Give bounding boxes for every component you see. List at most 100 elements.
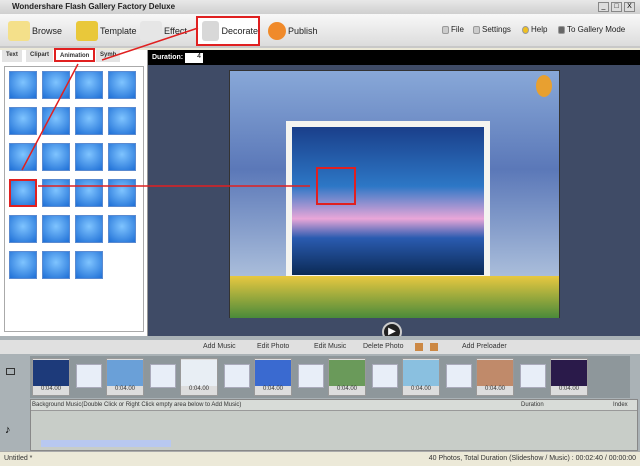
file-label: File — [451, 25, 464, 34]
photo-duration: 0:04.00 — [558, 386, 580, 392]
window-title: Wondershare Flash Gallery Factory Deluxe — [12, 2, 176, 11]
template-label: Template — [100, 26, 137, 36]
photo-image — [403, 360, 439, 386]
effect-button[interactable]: Effect — [140, 18, 187, 44]
photo-image — [329, 360, 365, 386]
publish-button[interactable]: Publish — [268, 18, 318, 44]
tab-animation[interactable]: Animation — [54, 48, 96, 62]
horizontal-scrollbar[interactable] — [41, 440, 171, 447]
tab-symbol[interactable]: Symb — [96, 50, 121, 62]
photo-duration: 0:04.00 — [40, 386, 62, 392]
photo-thumbnail[interactable]: 0:04.00 — [550, 358, 588, 396]
photo-thumbnail[interactable]: 0:04.00 — [476, 358, 514, 396]
transition-thumbnail[interactable] — [76, 364, 102, 388]
edit-photo-button[interactable]: Edit Photo — [257, 343, 289, 350]
delete-photo-button[interactable]: Delete Photo — [363, 343, 403, 350]
photo-duration: 0:04.00 — [262, 386, 284, 392]
photo-thumbnail[interactable]: 0:04.00 — [32, 358, 70, 396]
template-button[interactable]: Template — [76, 18, 137, 44]
animation-item[interactable] — [108, 215, 136, 243]
photo-thumbnail[interactable]: 0:04.00 — [180, 358, 218, 396]
animation-item[interactable] — [42, 215, 70, 243]
photo-duration: 0:04.00 — [114, 386, 136, 392]
status-file: Untitled * — [4, 455, 33, 462]
animation-item[interactable] — [42, 251, 70, 279]
timeline-toolbar: Add Music Edit Photo Edit Music Delete P… — [0, 340, 640, 354]
decorate-button[interactable]: Decorate — [196, 16, 260, 46]
publish-label: Publish — [288, 26, 318, 36]
animation-item[interactable] — [42, 143, 70, 171]
decorate-panel: Text Clipart Animation Symb — [0, 48, 148, 336]
animation-item[interactable] — [9, 215, 37, 243]
settings-menu[interactable]: Settings — [473, 25, 511, 34]
main-toolbar: Browse Template Effect Decorate Publish … — [0, 14, 640, 48]
animation-item[interactable] — [108, 179, 136, 207]
photo-thumbnail[interactable]: 0:04.00 — [328, 358, 366, 396]
animation-grid — [4, 66, 144, 332]
duration-bar: Duration: 4 — [148, 50, 640, 65]
help-label: Help — [531, 25, 548, 34]
help-menu[interactable]: Help — [522, 25, 547, 34]
file-icon — [442, 25, 449, 34]
animation-item[interactable] — [9, 179, 37, 207]
animation-item[interactable] — [42, 71, 70, 99]
maximize-button[interactable]: □ — [611, 2, 622, 12]
animation-item[interactable] — [75, 71, 103, 99]
settings-icon — [473, 25, 480, 34]
placed-animation[interactable] — [316, 167, 356, 205]
transition-thumbnail[interactable] — [298, 364, 324, 388]
folder-icon — [8, 21, 30, 41]
preview-photo — [286, 121, 490, 281]
photo-thumbnail[interactable]: 0:04.00 — [106, 358, 144, 396]
transition-thumbnail[interactable] — [520, 364, 546, 388]
animation-item[interactable] — [75, 107, 103, 135]
transition-thumbnail[interactable] — [372, 364, 398, 388]
rotate-left-icon[interactable] — [415, 343, 423, 351]
transition-thumbnail[interactable] — [150, 364, 176, 388]
file-menu[interactable]: File — [442, 25, 464, 34]
music-header: Background Music(Double Click or Right C… — [31, 400, 637, 411]
minimize-button[interactable]: _ — [598, 2, 609, 12]
status-bar: Untitled * 40 Photos, Total Duration (Sl… — [0, 451, 640, 466]
photo-image — [477, 360, 513, 386]
animation-item[interactable] — [108, 107, 136, 135]
gallery-preview — [229, 70, 560, 318]
animation-item[interactable] — [9, 107, 37, 135]
close-button[interactable]: X — [624, 2, 635, 12]
animation-item[interactable] — [42, 179, 70, 207]
animation-item[interactable] — [75, 143, 103, 171]
tab-text[interactable]: Text — [2, 50, 22, 62]
photo-image — [107, 360, 143, 386]
rotate-right-icon[interactable] — [430, 343, 438, 351]
music-track[interactable]: Background Music(Double Click or Right C… — [30, 399, 638, 451]
duration-input[interactable]: 4 — [185, 53, 203, 63]
transition-thumbnail[interactable] — [446, 364, 472, 388]
music-note-icon: ♪ — [5, 424, 11, 436]
photo-duration: 0:04.00 — [410, 386, 432, 392]
photo-image — [551, 360, 587, 386]
duration-label: Duration: — [152, 54, 184, 61]
animation-item[interactable] — [42, 107, 70, 135]
browse-button[interactable]: Browse — [8, 18, 62, 44]
photo-thumbnail[interactable]: 0:04.00 — [254, 358, 292, 396]
animation-item[interactable] — [75, 251, 103, 279]
animation-item[interactable] — [9, 143, 37, 171]
edit-music-button[interactable]: Edit Music — [314, 343, 346, 350]
tab-clipart[interactable]: Clipart — [26, 50, 54, 62]
index-column: Index — [613, 402, 628, 408]
photo-thumbnail[interactable]: 0:04.00 — [402, 358, 440, 396]
photo-duration: 0:04.00 — [336, 386, 358, 392]
animation-item[interactable] — [108, 71, 136, 99]
preview-area: Duration: 4 ▶ — [148, 50, 640, 342]
animation-item[interactable] — [75, 215, 103, 243]
animation-item[interactable] — [9, 71, 37, 99]
gallery-mode-menu[interactable]: To Gallery Mode — [558, 25, 625, 34]
animation-item[interactable] — [9, 251, 37, 279]
template-icon — [76, 21, 98, 41]
add-music-button[interactable]: Add Music — [203, 343, 236, 350]
animation-item[interactable] — [75, 179, 103, 207]
gallery-icon — [558, 25, 565, 34]
transition-thumbnail[interactable] — [224, 364, 250, 388]
animation-item[interactable] — [108, 143, 136, 171]
add-preloader-button[interactable]: Add Preloader — [462, 343, 507, 350]
